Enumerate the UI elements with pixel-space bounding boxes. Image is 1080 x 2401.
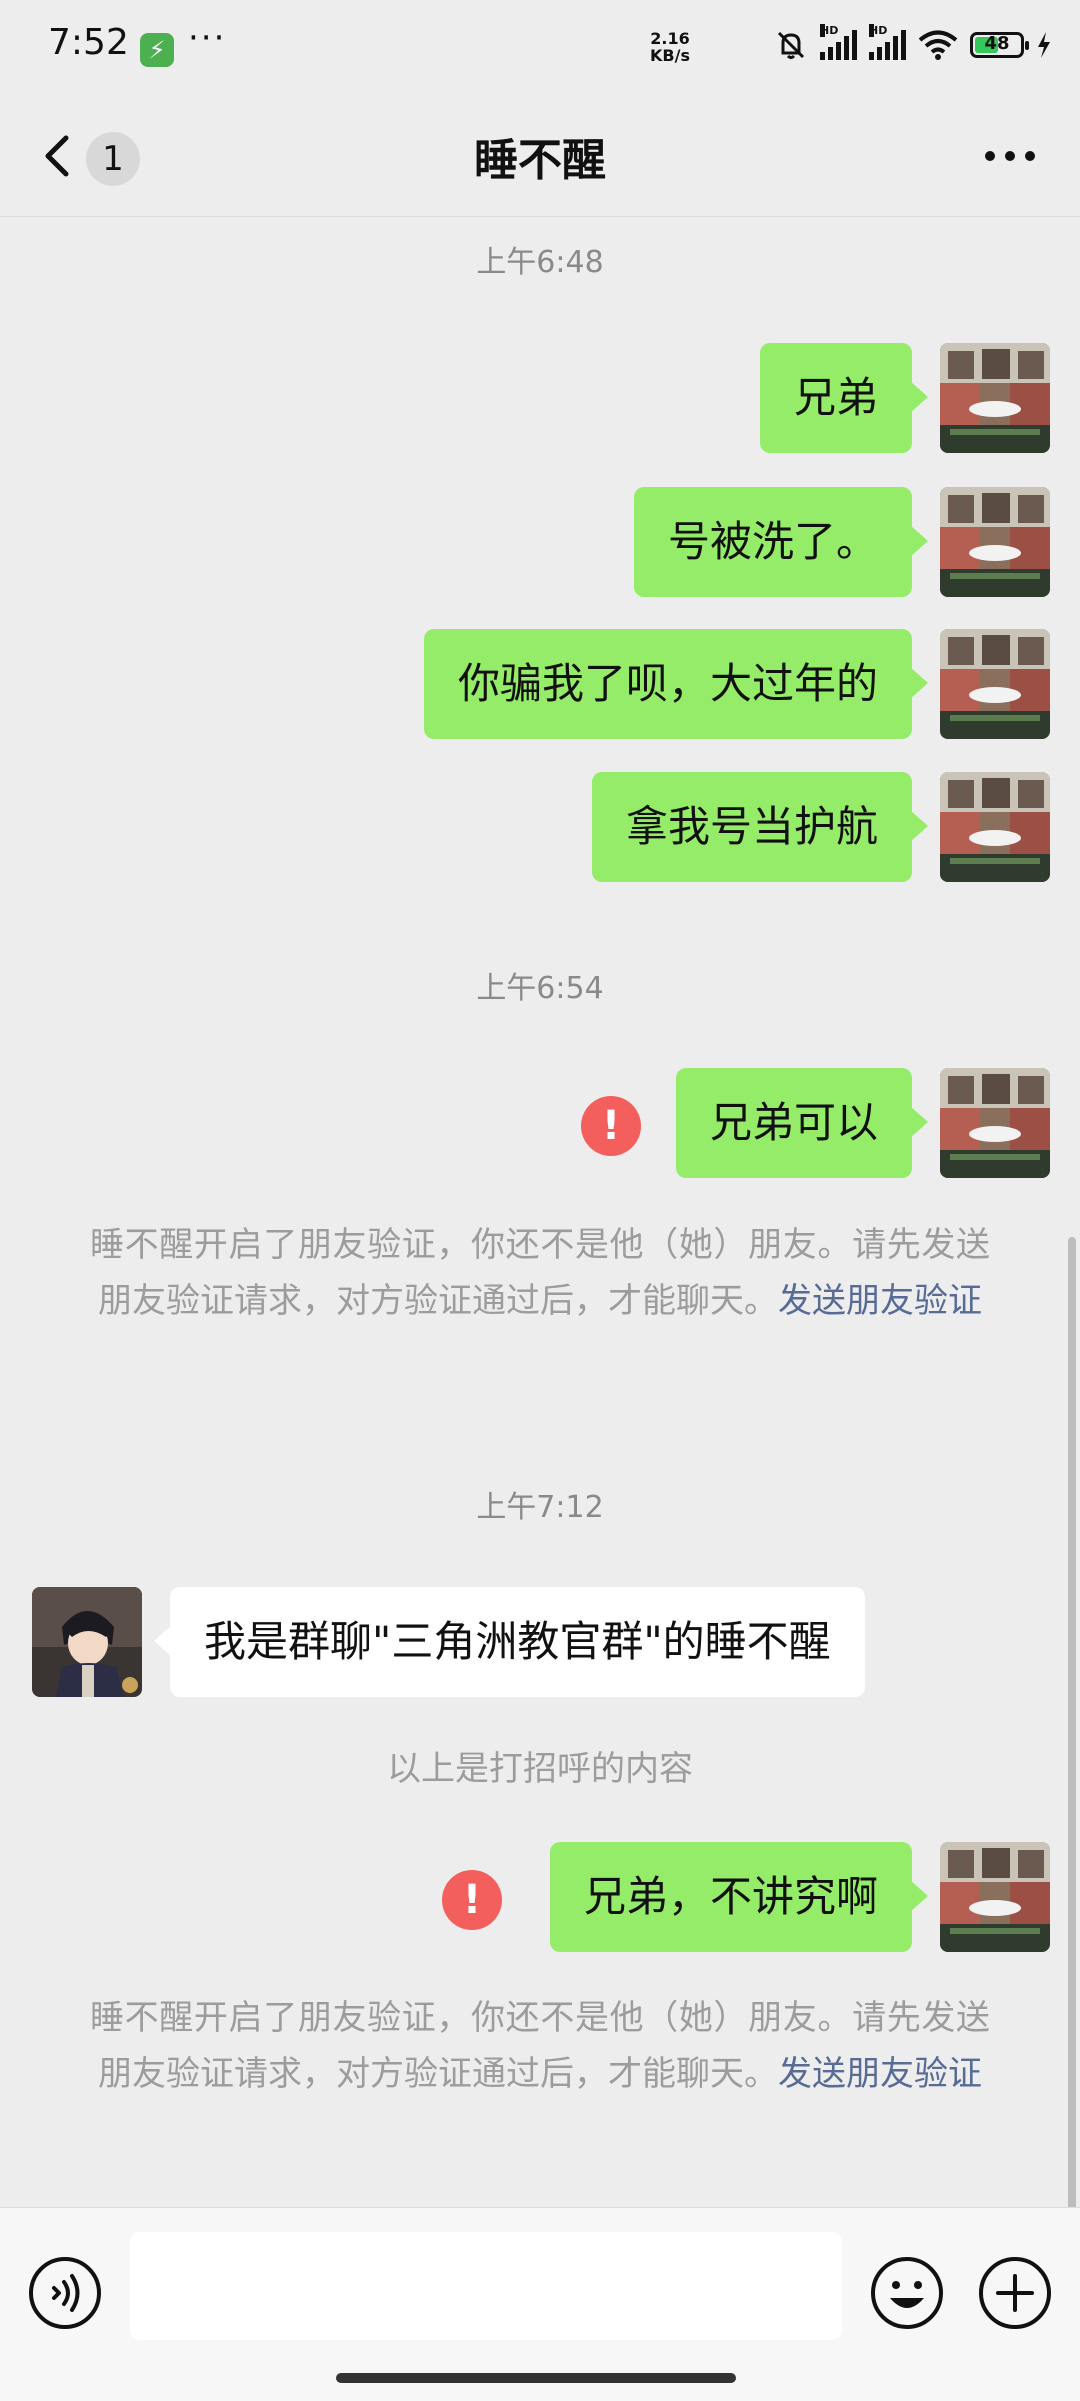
outgoing-message[interactable]: 你骗我了呗，大过年的 xyxy=(423,629,929,739)
chat-header: 1 睡不醒 xyxy=(0,96,1080,217)
voice-icon[interactable] xyxy=(26,2254,104,2332)
net-speed-unit: KB/s xyxy=(650,46,690,65)
self-avatar[interactable] xyxy=(940,772,1050,882)
home-indicator[interactable] xyxy=(336,2373,736,2383)
hd-signal-icon: HD xyxy=(820,24,857,60)
self-avatar[interactable] xyxy=(940,487,1050,597)
send-failed-icon[interactable]: ! xyxy=(581,1096,641,1156)
wifi-icon xyxy=(918,30,958,60)
message-input[interactable] xyxy=(130,2232,842,2340)
status-bar: 7:52 ⚡ ··· 2.16 KB/s HD HD 48 xyxy=(0,0,1080,96)
battery-level: 48 xyxy=(984,33,1010,54)
self-avatar[interactable] xyxy=(940,1068,1050,1178)
mute-bell-icon xyxy=(777,31,805,59)
outgoing-message[interactable]: 兄弟 xyxy=(759,343,929,453)
chat-title: 睡不醒 xyxy=(474,135,606,186)
greeting-note: 以上是打招呼的内容 xyxy=(387,1749,693,1789)
status-icons: HD HD 48 xyxy=(774,24,1052,62)
self-avatar[interactable] xyxy=(940,343,1050,453)
contact-avatar[interactable] xyxy=(32,1587,142,1697)
hd-signal-icon: HD xyxy=(869,24,906,60)
friend-verification-notice: 睡不醒开启了朋友验证，你还不是他（她）朋友。请先发送朋友验证请求，对方验证通过后… xyxy=(90,1990,990,2102)
charging-icon xyxy=(1038,32,1050,58)
message-list[interactable]: 上午6:48 兄弟 号被洗了。 你骗我了呗，大过年的 拿我号当护航 上午6:54… xyxy=(0,217,1080,2317)
friend-verification-notice: 睡不醒开启了朋友验证，你还不是他（她）朋友。请先发送朋友验证请求，对方验证通过后… xyxy=(90,1217,990,1329)
emoji-icon[interactable] xyxy=(868,2254,946,2332)
charging-app-icon: ⚡ xyxy=(140,33,174,67)
net-speed-value: 2.16 xyxy=(650,29,690,48)
net-speed: 2.16 KB/s xyxy=(650,30,690,64)
battery-icon: 48 xyxy=(970,32,1029,58)
outgoing-message[interactable]: 兄弟可以 xyxy=(675,1068,929,1178)
send-failed-icon[interactable]: ! xyxy=(442,1870,502,1930)
scrollbar[interactable] xyxy=(1068,1237,1076,2317)
self-avatar[interactable] xyxy=(940,629,1050,739)
status-time: 7:52 xyxy=(48,22,129,63)
incoming-message[interactable]: 我是群聊"三角洲教官群"的睡不醒 xyxy=(154,1587,865,1697)
outgoing-message[interactable]: 拿我号当护航 xyxy=(591,772,929,882)
timestamp: 上午7:12 xyxy=(476,1490,604,1525)
more-options-icon[interactable] xyxy=(980,136,1040,176)
send-verification-link[interactable]: 发送朋友验证 xyxy=(778,1281,982,1321)
timestamp: 上午6:54 xyxy=(476,971,604,1006)
outgoing-message[interactable]: 号被洗了。 xyxy=(633,487,929,597)
self-avatar[interactable] xyxy=(940,1842,1050,1952)
input-bar xyxy=(0,2207,1080,2401)
send-verification-link[interactable]: 发送朋友验证 xyxy=(778,2054,982,2094)
status-more-dots: ··· xyxy=(188,18,227,58)
plus-icon[interactable] xyxy=(976,2254,1054,2332)
outgoing-message[interactable]: 兄弟，不讲究啊 xyxy=(549,1842,929,1952)
timestamp: 上午6:48 xyxy=(476,245,604,280)
